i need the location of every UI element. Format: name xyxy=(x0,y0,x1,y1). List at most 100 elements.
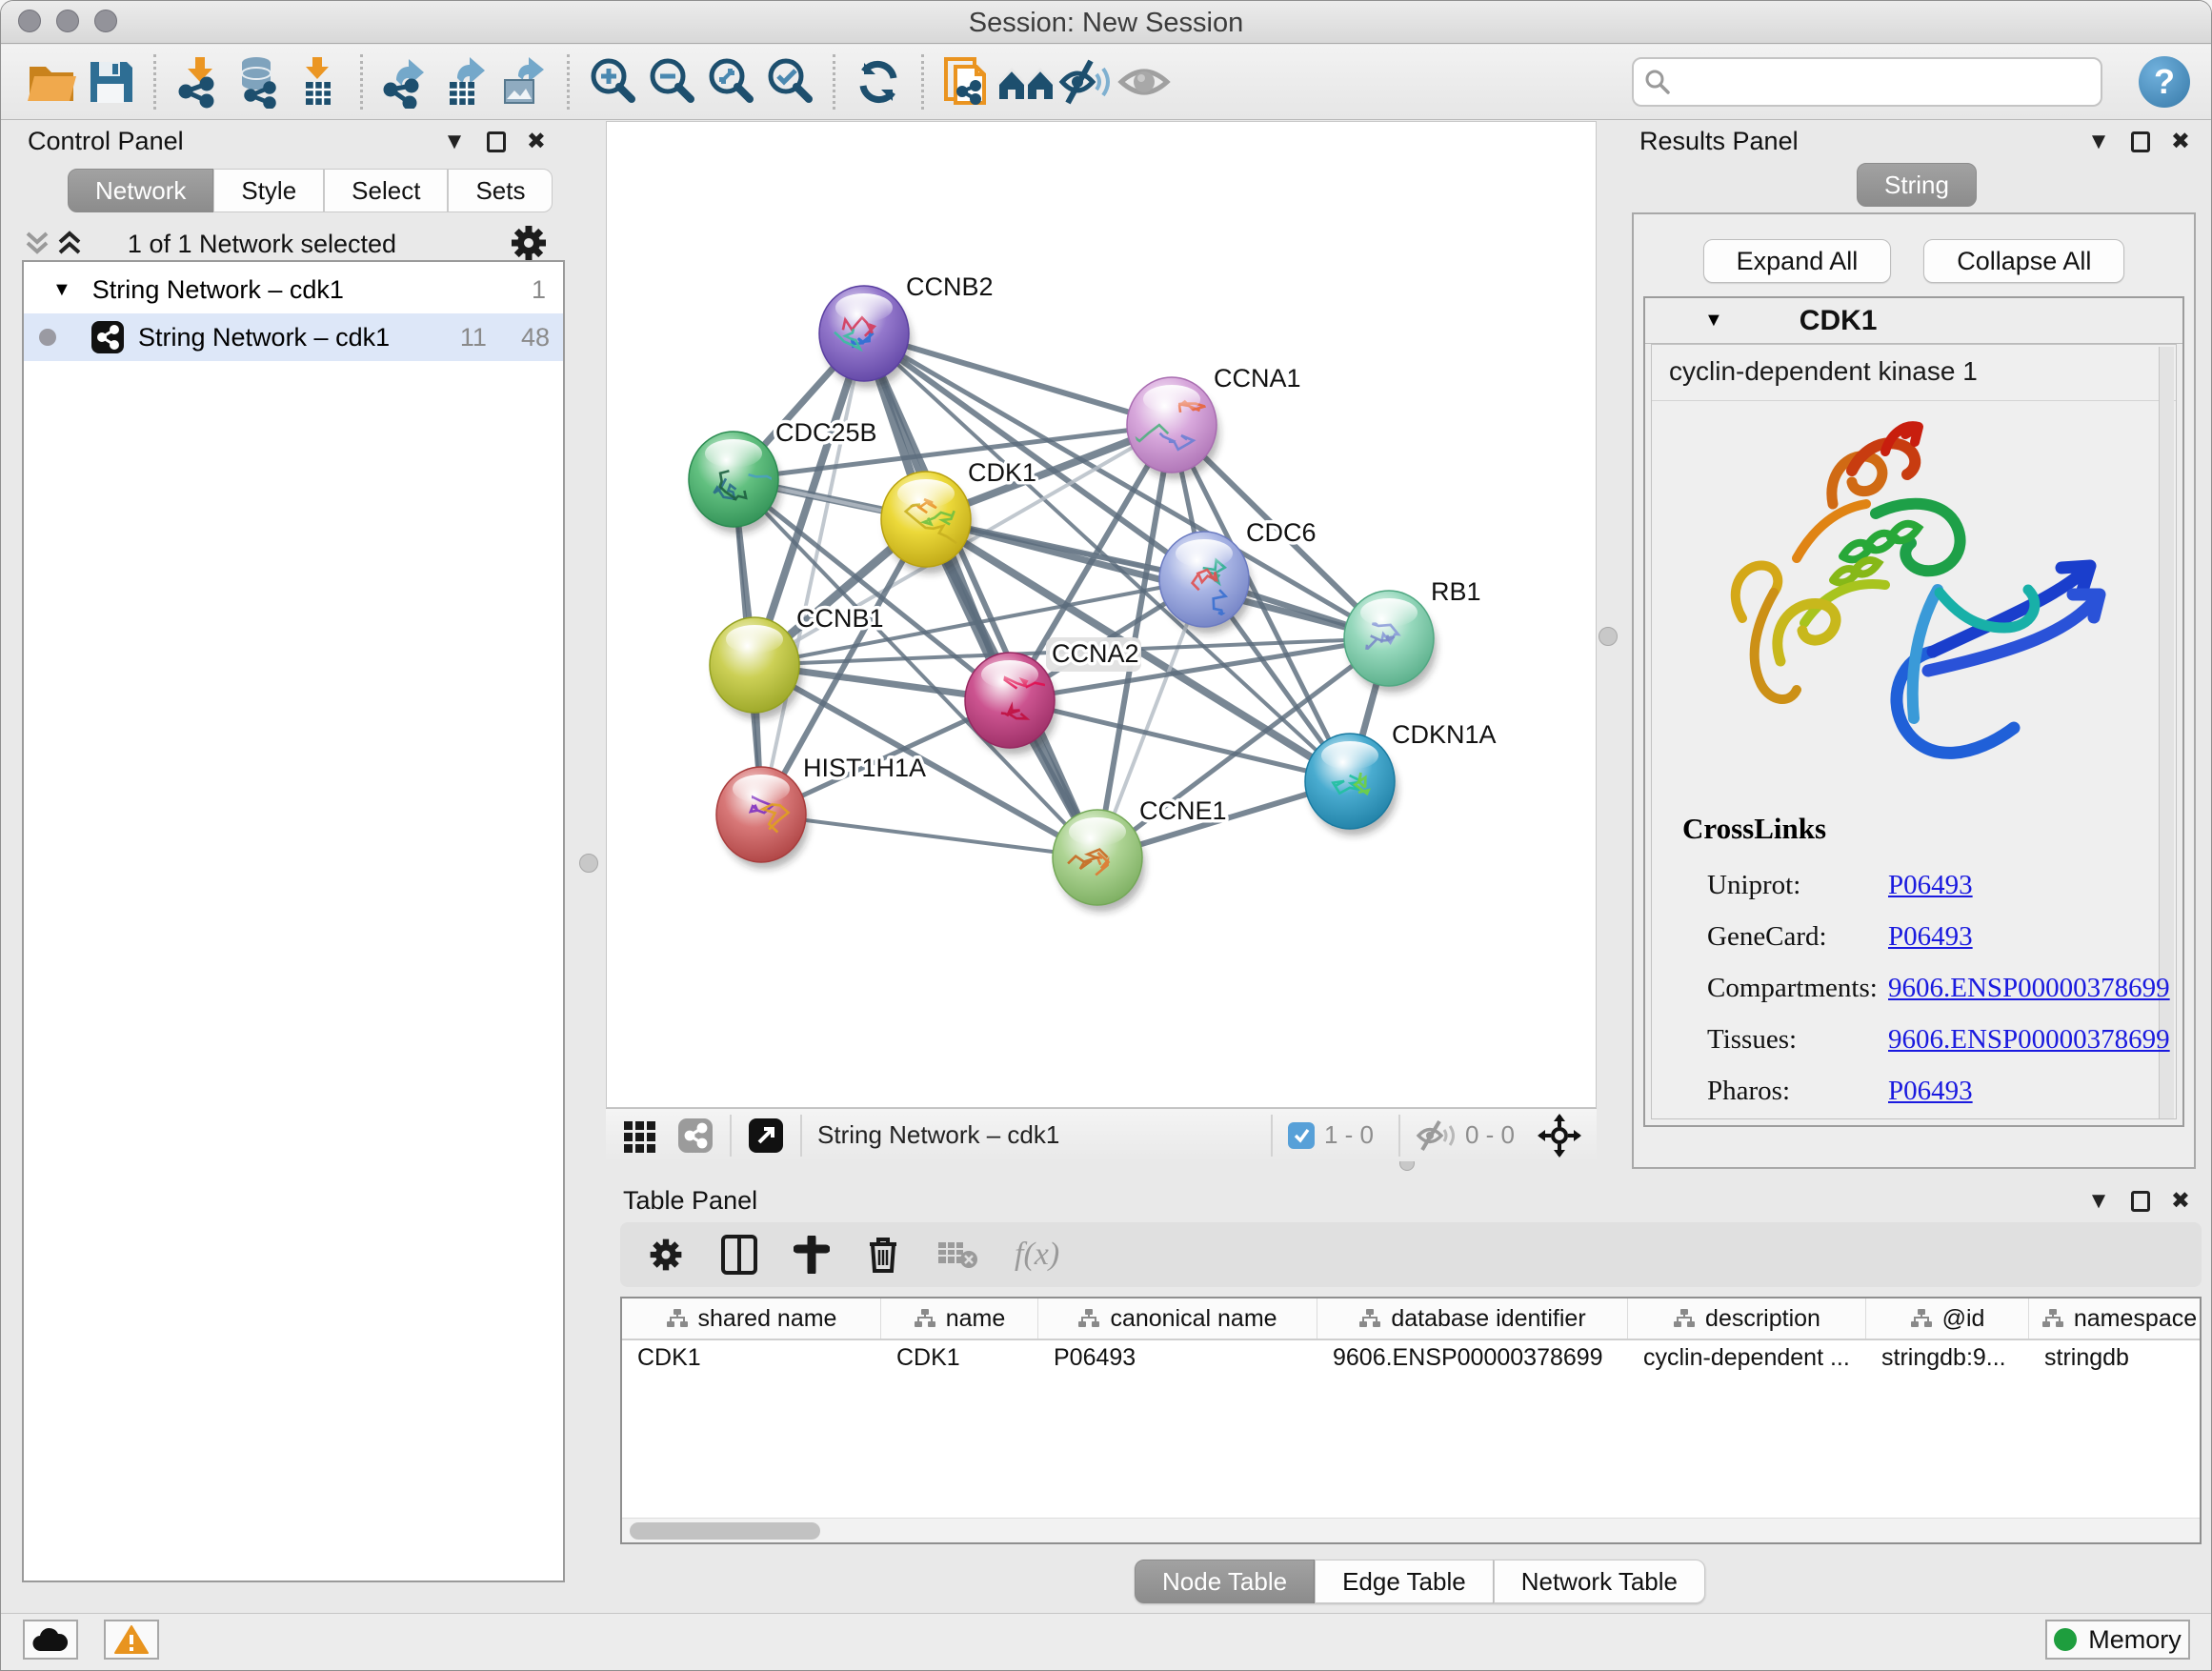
show-columns-icon[interactable] xyxy=(721,1235,757,1275)
zoom-fit-button[interactable] xyxy=(701,52,760,111)
protein-description: cyclin-dependent kinase 1 xyxy=(1669,356,1978,387)
node-label-CCNA1: CCNA1 xyxy=(1214,364,1301,393)
close-panel-icon[interactable]: ✖ xyxy=(2171,1190,2190,1213)
zoom-selected-button[interactable] xyxy=(760,52,819,111)
section-expander-icon[interactable]: ▼ xyxy=(1704,310,1723,332)
center-view-icon[interactable] xyxy=(1538,1114,1581,1158)
network-row-selected[interactable]: String Network – cdk1 11 48 xyxy=(24,313,563,361)
network-node-RB1[interactable] xyxy=(1344,591,1437,693)
import-network-file-button[interactable] xyxy=(170,52,229,111)
collapse-panel-icon[interactable]: ▼ xyxy=(443,131,466,153)
table-cell[interactable]: CDK1 xyxy=(622,1340,881,1379)
table-hscrollbar-thumb[interactable] xyxy=(630,1522,820,1540)
tab-select[interactable]: Select xyxy=(324,169,448,212)
table-cell[interactable]: 9606.ENSP00000378699 xyxy=(1317,1340,1628,1379)
table-cell[interactable]: cyclin-dependent ... xyxy=(1628,1340,1866,1379)
hide-panels-button[interactable] xyxy=(1056,52,1115,111)
selected-checkbox[interactable] xyxy=(1288,1122,1315,1149)
table-cell[interactable]: P06493 xyxy=(1038,1340,1317,1379)
delete-column-icon[interactable] xyxy=(866,1235,900,1275)
export-network-button[interactable] xyxy=(376,52,435,111)
search-input[interactable] xyxy=(1632,57,2102,107)
column-header-description[interactable]: description xyxy=(1628,1299,1866,1339)
network-node-CDC25B[interactable] xyxy=(689,432,781,534)
tab-network[interactable]: Network xyxy=(68,169,213,212)
tree-expander-icon[interactable]: ▼ xyxy=(52,279,71,301)
column-header-shared-name[interactable]: shared name xyxy=(622,1299,881,1339)
zoom-out-button[interactable] xyxy=(642,52,701,111)
crosslink-row: GeneCard:P06493 xyxy=(1707,911,2164,962)
right-splitter-handle[interactable] xyxy=(1599,627,1618,646)
cloud-status-button[interactable] xyxy=(23,1620,78,1660)
column-header-name[interactable]: name xyxy=(881,1299,1038,1339)
left-splitter-handle[interactable] xyxy=(579,854,598,873)
birds-eye-grid-icon[interactable] xyxy=(621,1117,659,1155)
collapse-all-button[interactable]: Collapse All xyxy=(1923,239,2124,283)
crosslink-link[interactable]: P06493 xyxy=(1888,870,1973,901)
selected-counts: 1 - 0 xyxy=(1324,1120,1374,1150)
refresh-icon xyxy=(852,55,905,109)
tab-edge-table[interactable]: Edge Table xyxy=(1315,1560,1494,1603)
close-panel-icon[interactable]: ✖ xyxy=(527,131,546,153)
import-network-database-button[interactable] xyxy=(229,52,288,111)
node-table[interactable]: shared namenamecanonical namedatabase id… xyxy=(620,1297,2202,1544)
export-image-button[interactable] xyxy=(494,52,553,111)
network-node-CDKN1A[interactable] xyxy=(1305,734,1398,836)
tab-style[interactable]: Style xyxy=(213,169,324,212)
protein-section-header[interactable]: ▼ CDK1 xyxy=(1645,298,2182,344)
network-collection-row[interactable]: ▼ String Network – cdk1 1 xyxy=(24,266,563,313)
network-node-CCNA2[interactable] xyxy=(965,653,1057,755)
network-options-gear-icon[interactable] xyxy=(508,222,550,264)
show-panel-button[interactable] xyxy=(1115,52,1174,111)
open-in-window-icon[interactable] xyxy=(747,1117,785,1155)
close-panel-icon[interactable]: ✖ xyxy=(2171,131,2190,153)
table-row[interactable]: CDK1CDK1P064939606.ENSP00000378699cyclin… xyxy=(622,1340,2200,1379)
network-node-CDK1[interactable] xyxy=(881,472,974,574)
refresh-button[interactable] xyxy=(849,52,908,111)
tab-network-table[interactable]: Network Table xyxy=(1494,1560,1705,1603)
network-node-CCNE1[interactable] xyxy=(1053,810,1145,912)
column-header-canonical-name[interactable]: canonical name xyxy=(1038,1299,1317,1339)
network-edge[interactable] xyxy=(761,815,1097,857)
column-header--id[interactable]: @id xyxy=(1866,1299,2029,1339)
collapse-panel-icon[interactable]: ▼ xyxy=(2087,131,2110,153)
crosslink-link[interactable]: 9606.ENSP00000378699 xyxy=(1888,1024,2170,1056)
expand-all-button[interactable]: Expand All xyxy=(1703,239,1892,283)
tab-string[interactable]: String xyxy=(1857,163,1977,207)
crosslink-link[interactable]: 9606.ENSP00000378699 xyxy=(1888,973,2170,1004)
float-panel-icon[interactable] xyxy=(2131,1191,2150,1212)
export-table-button[interactable] xyxy=(435,52,494,111)
import-table-button[interactable] xyxy=(288,52,347,111)
table-cell[interactable]: stringdb xyxy=(2029,1340,2202,1379)
network-node-CCNA1[interactable] xyxy=(1123,377,1219,479)
network-node-HIST1H1A[interactable] xyxy=(716,767,809,869)
collapse-panel-icon[interactable]: ▼ xyxy=(2087,1190,2110,1213)
network-canvas[interactable]: CCNB2CCNA1CDC25BCDK1CDC6RB1CCNB1CCNA2CDK… xyxy=(606,121,1597,1108)
string-view-icon[interactable] xyxy=(676,1117,714,1155)
help-button[interactable]: ? xyxy=(2139,56,2190,108)
table-cell[interactable]: CDK1 xyxy=(881,1340,1038,1379)
crosslink-link[interactable]: P06493 xyxy=(1888,921,1973,953)
column-header-namespace[interactable]: namespace xyxy=(2029,1299,2202,1339)
tab-node-table[interactable]: Node Table xyxy=(1135,1560,1315,1603)
add-column-icon[interactable] xyxy=(794,1236,830,1274)
share-document-button[interactable] xyxy=(937,52,996,111)
float-panel-icon[interactable] xyxy=(2131,131,2150,152)
table-cell[interactable]: stringdb:9... xyxy=(1866,1340,2029,1379)
float-panel-icon[interactable] xyxy=(487,131,506,152)
network-overview-button[interactable] xyxy=(996,52,1056,111)
zoom-in-button[interactable] xyxy=(583,52,642,111)
warnings-button[interactable] xyxy=(104,1620,159,1660)
network-node-CCNB1[interactable] xyxy=(710,617,802,719)
table-hscrollbar[interactable] xyxy=(622,1518,2200,1542)
save-session-button[interactable] xyxy=(81,52,140,111)
column-header-database-identifier[interactable]: database identifier xyxy=(1317,1299,1628,1339)
network-status-dot xyxy=(39,329,56,346)
memory-button[interactable]: Memory xyxy=(2045,1620,2190,1660)
table-options-gear-icon[interactable] xyxy=(647,1236,685,1274)
toolbar-separator xyxy=(360,54,363,110)
separator xyxy=(800,1115,802,1157)
crosslink-link[interactable]: P06493 xyxy=(1888,1076,1973,1107)
tab-sets[interactable]: Sets xyxy=(448,169,553,212)
open-session-button[interactable] xyxy=(22,52,81,111)
